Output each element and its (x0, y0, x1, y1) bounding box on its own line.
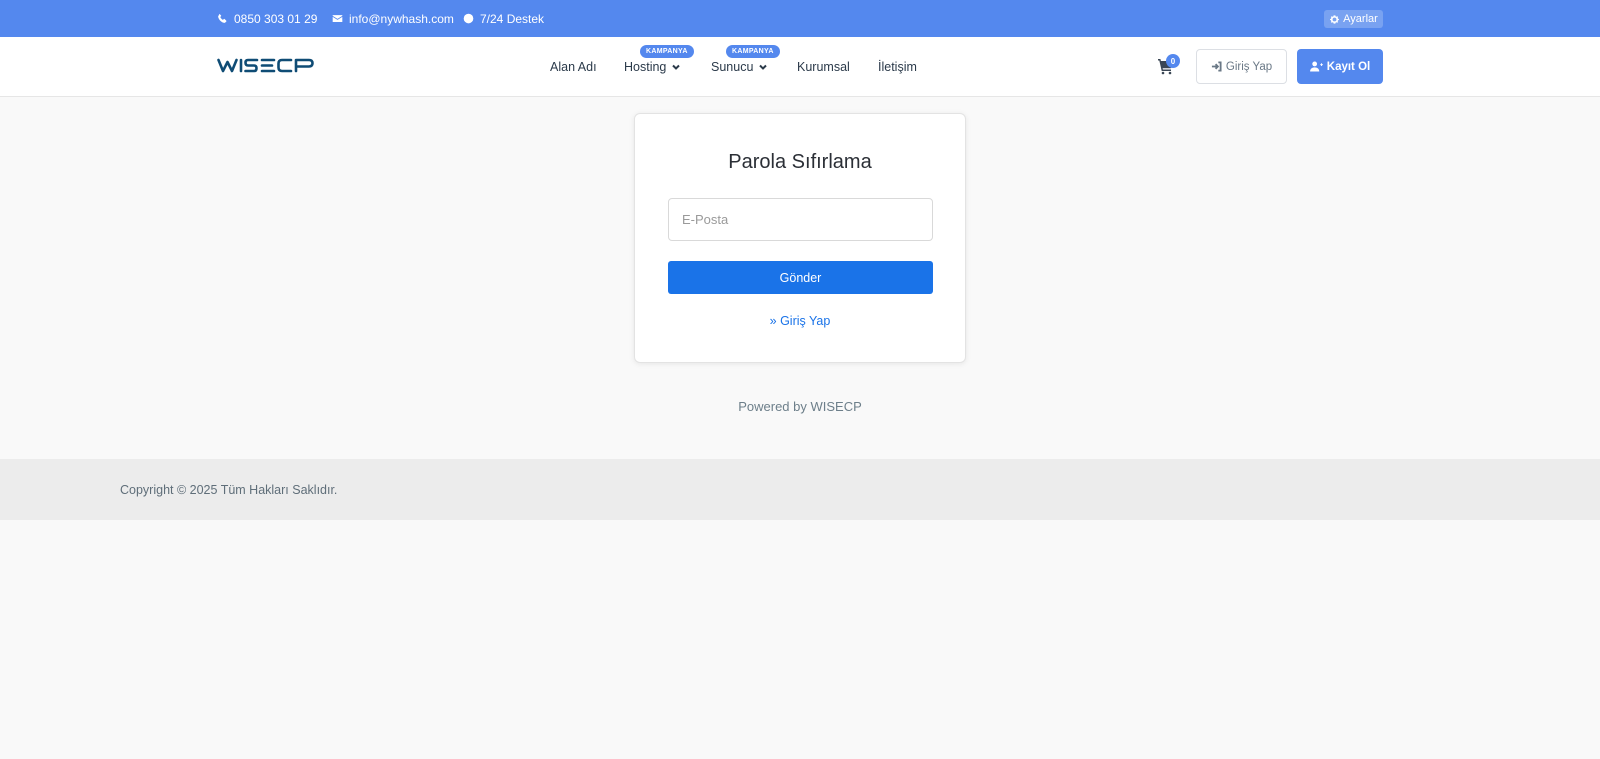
wisecp-logo[interactable] (217, 55, 314, 75)
footer: Copyright © 2025 Tüm Hakları Saklıdır. (0, 459, 1600, 520)
nav-server-label: Sunucu (711, 60, 754, 74)
page-title: Parola Sıfırlama (728, 151, 872, 173)
email-field[interactable] (668, 198, 933, 241)
copyright-text: Copyright © 2025 Tüm Hakları Saklıdır. (120, 483, 338, 497)
login-button[interactable]: Giriş Yap (1196, 49, 1287, 84)
cart-count-badge: 0 (1166, 54, 1180, 68)
clock-icon (463, 13, 474, 24)
user-plus-icon (1309, 61, 1323, 72)
nav-contact-label: İletişim (878, 60, 917, 74)
nav-contact[interactable]: İletişim (878, 37, 917, 97)
nav-hosting[interactable]: Hosting (624, 37, 681, 97)
nav-server[interactable]: Sunucu (711, 37, 768, 97)
support-info: 7/24 Destek (463, 0, 544, 37)
gear-icon (1329, 14, 1340, 25)
phone-icon (217, 13, 228, 24)
register-label: Kayıt Ol (1326, 60, 1371, 73)
top-bar: 0850 303 01 29 info@nywhash.com 7/24 Des… (0, 0, 1600, 37)
register-button[interactable]: Kayıt Ol (1297, 49, 1383, 84)
chevron-down-icon (758, 62, 768, 72)
nav-hosting-label: Hosting (624, 60, 667, 74)
nav-domain[interactable]: Alan Adı (550, 37, 597, 97)
nav-corporate[interactable]: Kurumsal (797, 37, 850, 97)
support-text: 7/24 Destek (480, 11, 545, 26)
password-reset-card: Parola Sıfırlama Gönder » Giriş Yap (634, 113, 966, 363)
envelope-icon (332, 13, 343, 24)
submit-button[interactable]: Gönder (668, 261, 933, 294)
nav-corporate-label: Kurumsal (797, 60, 850, 74)
nav-domain-label: Alan Adı (550, 60, 597, 74)
settings-label: Ayarlar (1343, 13, 1378, 25)
powered-by-text: Powered by WISECP (738, 399, 862, 414)
phone-number: 0850 303 01 29 (234, 11, 318, 26)
settings-button[interactable]: Ayarlar (1324, 10, 1383, 28)
phone-contact[interactable]: 0850 303 01 29 (217, 0, 317, 37)
email-contact[interactable]: info@nywhash.com (332, 0, 454, 37)
chevron-down-icon (671, 62, 681, 72)
back-to-login-link[interactable]: » Giriş Yap (635, 314, 965, 328)
sign-in-icon (1211, 61, 1222, 72)
main-header: Alan Adı KAMPANYA Hosting KAMPANYA Sunuc… (0, 37, 1600, 97)
email-address: info@nywhash.com (349, 11, 454, 26)
login-label: Giriş Yap (1225, 60, 1273, 73)
